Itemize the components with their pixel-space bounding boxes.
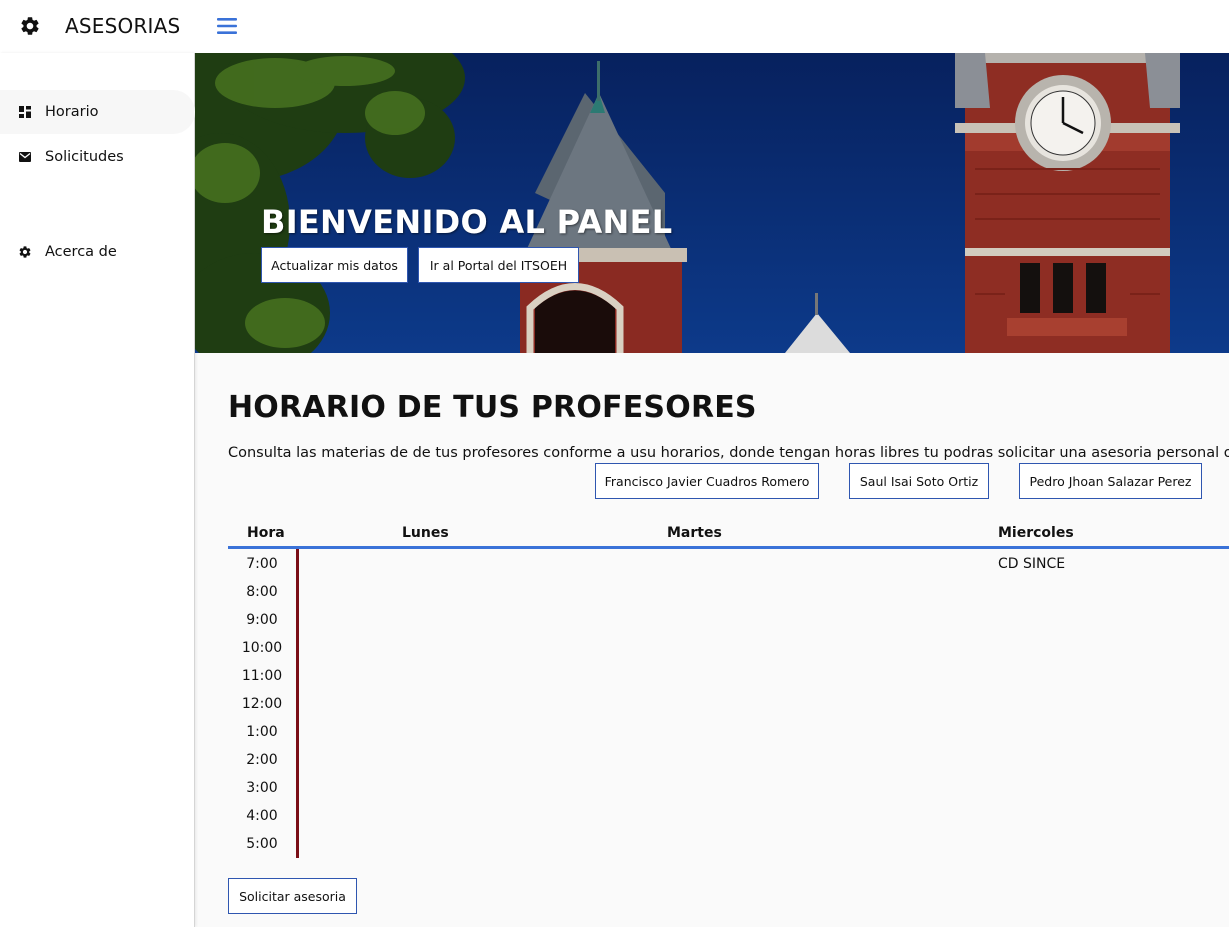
column-header-martes: Martes <box>667 525 722 541</box>
request-advisory-button[interactable]: Solicitar asesoria <box>228 878 357 914</box>
dashboard-icon <box>19 106 31 118</box>
mail-icon <box>19 152 31 162</box>
sidebar: Horario Solicitudes Acerca de <box>0 53 195 927</box>
app-title: ASESORIAS <box>65 14 181 38</box>
column-header-lunes: Lunes <box>402 525 449 541</box>
top-bar: ASESORIAS <box>0 0 1229 53</box>
hour-label: 3:00 <box>246 780 278 796</box>
sidebar-item-label: Horario <box>45 104 99 120</box>
hour-label: 2:00 <box>246 752 278 768</box>
sidebar-item-label: Acerca de <box>45 244 117 260</box>
update-data-button[interactable]: Actualizar mis datos <box>261 247 408 283</box>
portal-itsoeh-button[interactable]: Ir al Portal del ITSOEH <box>418 247 579 283</box>
hour-label: 5:00 <box>246 836 278 852</box>
sidebar-item-label: Solicitudes <box>45 149 124 165</box>
hour-label: 8:00 <box>246 584 278 600</box>
gear-icon <box>21 17 39 35</box>
schedule-entry: CD SINCE <box>998 556 1066 572</box>
hour-label: 9:00 <box>246 612 278 628</box>
hamburger-menu-icon[interactable] <box>215 14 239 38</box>
sidebar-item-acerca-de[interactable]: Acerca de <box>0 230 195 274</box>
hour-label: 12:00 <box>241 696 283 712</box>
sidebar-item-horario[interactable]: Horario <box>0 90 195 134</box>
schedule-header: Hora Lunes Martes Miercoles <box>228 522 1229 549</box>
hero-title: BIENVENIDO AL PANEL <box>261 203 673 241</box>
teacher-button-pedro[interactable]: Pedro Jhoan Salazar Perez <box>1019 463 1202 499</box>
schedule-timeline <box>296 549 299 858</box>
sidebar-item-solicitudes[interactable]: Solicitudes <box>0 135 195 179</box>
gear-icon <box>19 246 31 258</box>
column-header-miercoles: Miercoles <box>998 525 1074 541</box>
hero-banner: BIENVENIDO AL PANEL Actualizar mis datos… <box>195 53 1229 353</box>
hour-label: 7:00 <box>246 556 278 572</box>
hour-label: 1:00 <box>246 724 278 740</box>
hour-label: 11:00 <box>241 668 283 684</box>
teacher-button-francisco[interactable]: Francisco Javier Cuadros Romero <box>595 463 819 499</box>
column-header-hora: Hora <box>247 525 285 541</box>
teacher-button-saul[interactable]: Saul Isai Soto Ortiz <box>849 463 989 499</box>
page-title: HORARIO DE TUS PROFESORES <box>228 390 757 425</box>
hour-label: 10:00 <box>241 640 283 656</box>
page-description: Consulta las materias de de tus profesor… <box>228 445 1229 461</box>
hour-label: 4:00 <box>246 808 278 824</box>
